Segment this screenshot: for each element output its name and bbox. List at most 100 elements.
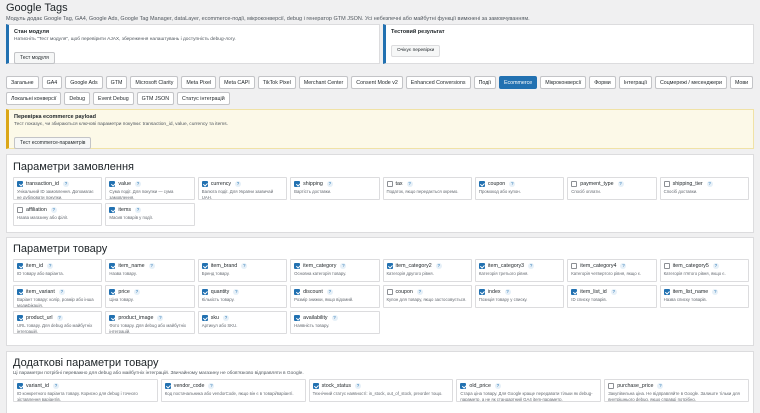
param-checkbox[interactable] <box>294 263 301 269</box>
tab-21[interactable]: GTM JSON <box>136 92 175 105</box>
help-icon[interactable]: ? <box>135 207 142 213</box>
tab-14[interactable]: Форми <box>589 76 616 89</box>
help-icon[interactable]: ? <box>712 289 719 295</box>
help-icon[interactable]: ? <box>233 289 240 295</box>
param-checkbox[interactable] <box>294 181 301 187</box>
param-checkbox[interactable] <box>478 263 485 269</box>
help-icon[interactable]: ? <box>326 289 333 295</box>
param-checkbox[interactable] <box>478 289 485 295</box>
param-checkbox[interactable] <box>663 289 670 295</box>
help-icon[interactable]: ? <box>52 383 59 389</box>
tab-13[interactable]: Мікроконверсії <box>540 76 587 89</box>
param-checkbox[interactable] <box>201 289 208 295</box>
tab-11[interactable]: Події <box>473 76 496 89</box>
tab-7[interactable]: TikTok Pixel <box>257 76 296 89</box>
help-icon[interactable]: ? <box>208 383 215 389</box>
tab-15[interactable]: Інтеграції <box>618 76 652 89</box>
param-checkbox[interactable] <box>109 289 116 295</box>
help-icon[interactable]: ? <box>148 263 155 269</box>
tab-4[interactable]: Microsoft Clarity <box>130 76 179 89</box>
param-checkbox[interactable] <box>17 289 23 295</box>
tab-5[interactable]: Meta Pixel <box>181 76 217 89</box>
help-icon[interactable]: ? <box>657 383 664 389</box>
test-module-button[interactable]: Тест модуля <box>14 52 55 64</box>
tab-16[interactable]: Соцмережі / месенджери <box>654 76 727 89</box>
param-checkbox[interactable] <box>17 181 23 187</box>
help-icon[interactable]: ? <box>706 181 713 187</box>
help-icon[interactable]: ? <box>223 315 229 321</box>
help-icon[interactable]: ? <box>406 181 413 187</box>
help-icon[interactable]: ? <box>509 181 516 187</box>
help-icon[interactable]: ? <box>47 263 54 269</box>
tab-0[interactable]: Загальне <box>6 76 39 89</box>
param-checkbox[interactable] <box>663 263 670 269</box>
help-icon[interactable]: ? <box>235 181 242 187</box>
param-description: Розмір знижки, якщо відомий. <box>294 297 354 302</box>
help-icon[interactable]: ? <box>712 263 719 269</box>
param-checkbox[interactable] <box>201 181 208 187</box>
module-status-card: Стан модуля Натисніть "Тест модуля", щоб… <box>6 24 380 64</box>
tab-12[interactable]: Ecommerce <box>498 76 538 89</box>
param-checkbox[interactable] <box>386 263 393 269</box>
param-checkbox[interactable] <box>571 289 578 295</box>
help-icon[interactable]: ? <box>340 263 347 269</box>
help-icon[interactable]: ? <box>326 181 333 187</box>
param-checkbox[interactable] <box>571 181 578 187</box>
tab-8[interactable]: Merchant Center <box>298 76 349 89</box>
page-header: Google Tags Модуль додає Google Tag, GA4… <box>6 2 754 23</box>
param-description: Категорія четвертого рівня, якщо є. <box>571 271 642 276</box>
help-icon[interactable]: ? <box>504 289 511 295</box>
help-icon[interactable]: ? <box>135 181 142 187</box>
help-icon[interactable]: ? <box>157 315 164 321</box>
tab-19[interactable]: Debug <box>64 92 91 105</box>
param-checkbox[interactable] <box>17 315 23 321</box>
tab-17[interactable]: Мови <box>729 76 754 89</box>
param-checkbox[interactable] <box>386 181 393 187</box>
tab-18[interactable]: Локальні конверсії <box>6 92 62 105</box>
help-icon[interactable]: ? <box>416 289 423 295</box>
tab-6[interactable]: Meta CAPI <box>219 76 255 89</box>
param-checkbox[interactable] <box>17 383 23 389</box>
tab-3[interactable]: GTM <box>105 76 128 89</box>
help-icon[interactable]: ? <box>620 263 627 269</box>
help-icon[interactable]: ? <box>62 181 69 187</box>
param-checkbox[interactable] <box>312 383 319 389</box>
help-icon[interactable]: ? <box>58 289 65 295</box>
help-icon[interactable]: ? <box>331 315 338 321</box>
param-checkbox[interactable] <box>478 181 485 187</box>
param-checkbox[interactable] <box>663 181 670 187</box>
help-icon[interactable]: ? <box>355 383 362 389</box>
param-checkbox[interactable] <box>17 207 23 213</box>
param-checkbox[interactable] <box>109 207 116 213</box>
help-icon[interactable]: ? <box>241 263 248 269</box>
tab-22[interactable]: Статус інтеграцій <box>177 92 230 105</box>
help-icon[interactable]: ? <box>528 263 535 269</box>
help-icon[interactable]: ? <box>50 207 57 213</box>
tab-10[interactable]: Enhanced Conversions <box>405 76 471 89</box>
tab-2[interactable]: Google Ads <box>65 76 103 89</box>
tab-20[interactable]: Event Debug <box>93 92 134 105</box>
help-icon[interactable]: ? <box>494 383 501 389</box>
param-checkbox[interactable] <box>608 383 615 389</box>
param-checkbox[interactable] <box>109 315 116 321</box>
param-name: items <box>118 207 132 213</box>
param-checkbox[interactable] <box>294 315 301 321</box>
param-checkbox[interactable] <box>201 315 208 321</box>
param-checkbox[interactable] <box>109 263 116 269</box>
help-icon[interactable]: ? <box>56 315 63 321</box>
param-checkbox[interactable] <box>571 263 578 269</box>
help-icon[interactable]: ? <box>617 181 624 187</box>
param-checkbox[interactable] <box>17 263 23 269</box>
test-ecommerce-button[interactable]: Тест ecommerce-параметрів <box>14 137 92 149</box>
param-checkbox[interactable] <box>386 289 393 295</box>
param-checkbox[interactable] <box>201 263 208 269</box>
help-icon[interactable]: ? <box>435 263 442 269</box>
help-icon[interactable]: ? <box>133 289 140 295</box>
tab-1[interactable]: GA4 <box>41 76 63 89</box>
tab-9[interactable]: Consent Mode v2 <box>351 76 403 89</box>
param-checkbox[interactable] <box>164 383 171 389</box>
param-checkbox[interactable] <box>294 289 301 295</box>
help-icon[interactable]: ? <box>610 289 617 295</box>
param-checkbox[interactable] <box>109 181 116 187</box>
param-checkbox[interactable] <box>460 383 467 389</box>
